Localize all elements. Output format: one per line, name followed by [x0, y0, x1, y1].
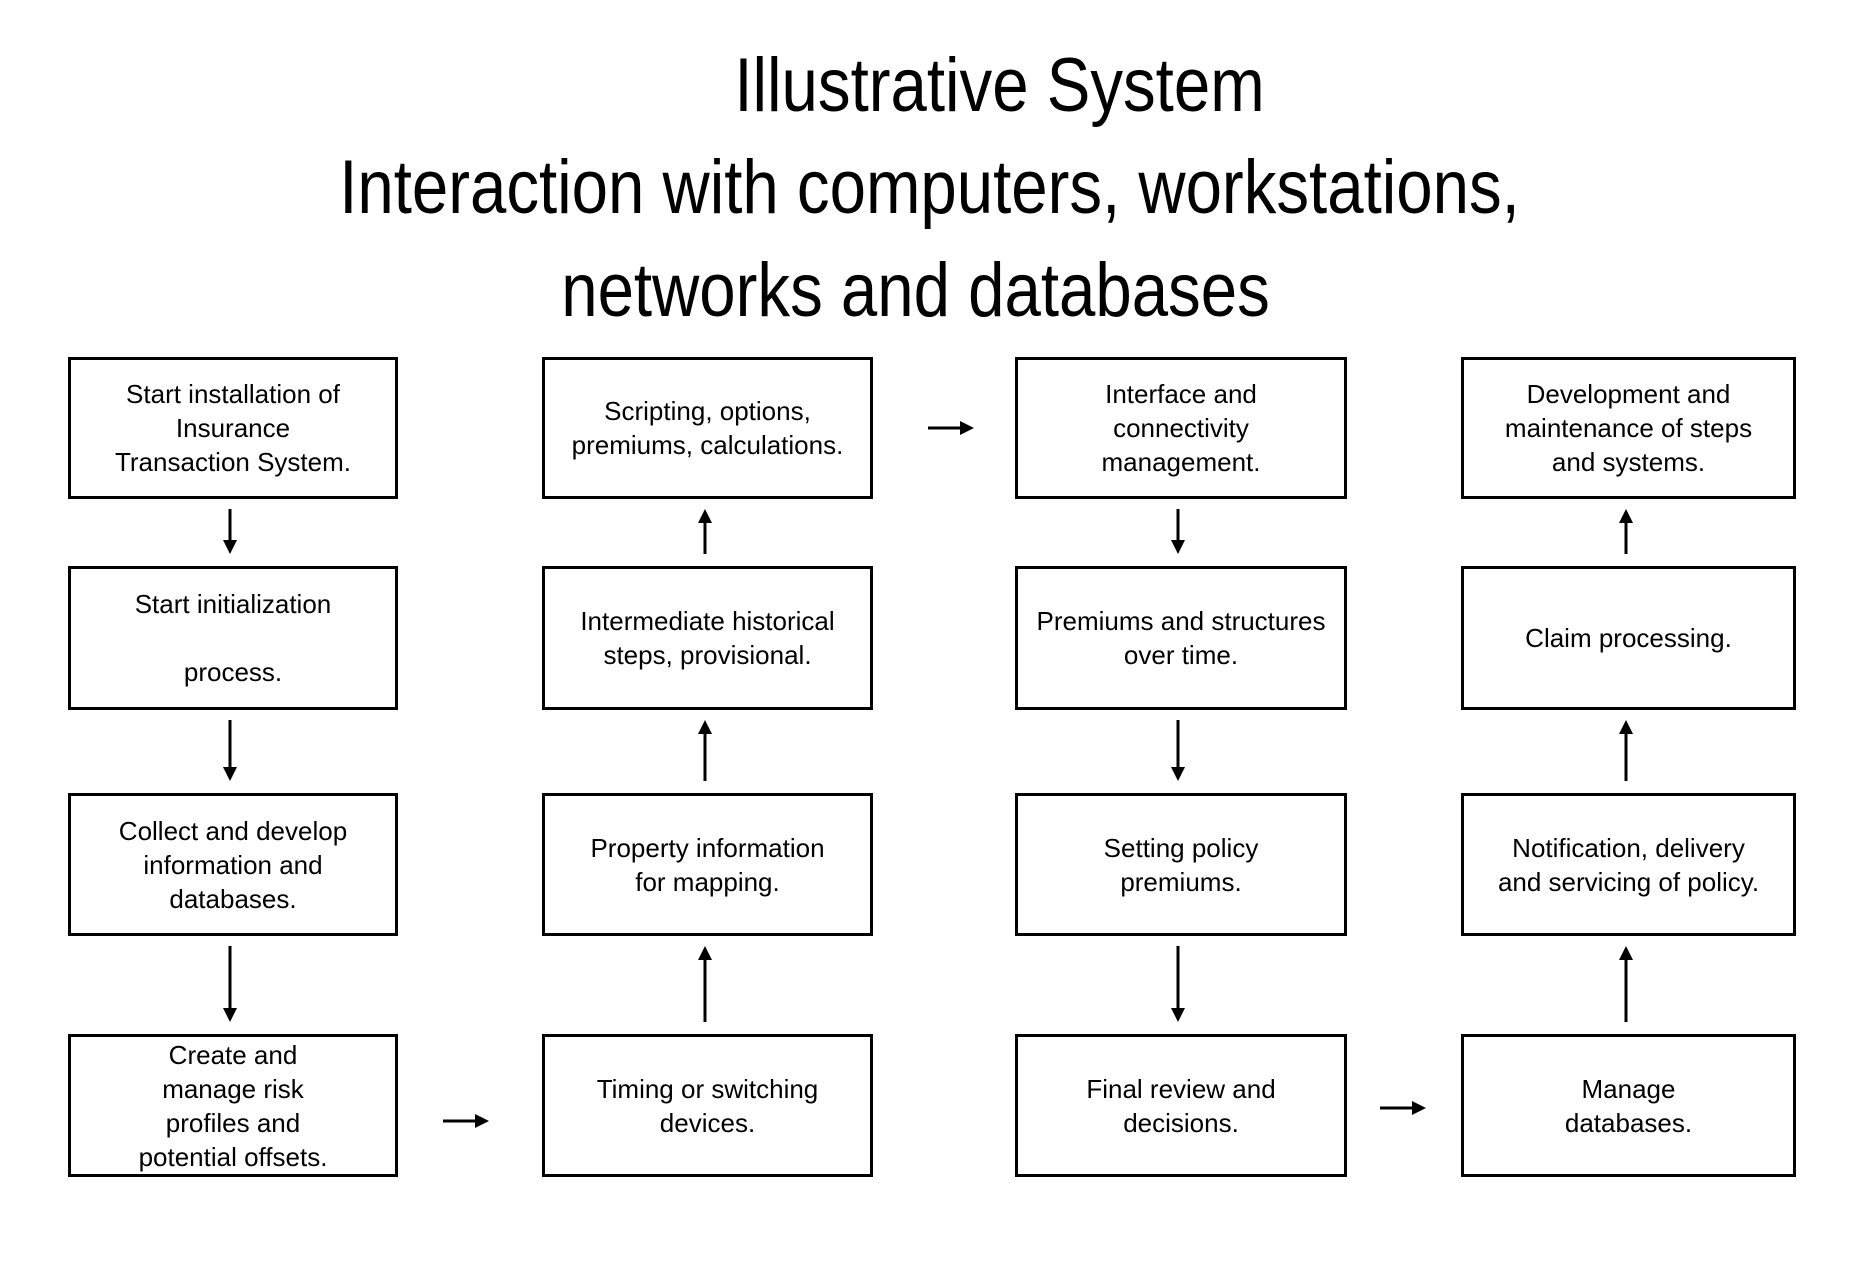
flow-arrow-col1-down-3: [223, 946, 237, 1022]
flow-arrow-col4-up-1: [1618, 509, 1633, 554]
connector-arrow-col1-to-col2-head: [475, 1114, 489, 1128]
connector-arrow-col2-to-col3: [928, 421, 974, 435]
flow-arrow-col3-down-3: [1171, 946, 1185, 1022]
flow-arrow-col3-down-2: [1171, 720, 1185, 781]
flow-arrow-col4-up-2-head: [1618, 720, 1633, 734]
process-box-col2-row3: Property information for mapping.: [542, 793, 873, 936]
process-box-col4-row3: Notification, delivery and servicing of …: [1461, 793, 1796, 936]
flow-arrow-col1-down-1-head: [223, 540, 237, 554]
process-box-col4-row4: Manage databases.: [1461, 1034, 1796, 1177]
process-box-col3-row3: Setting policy premiums.: [1015, 793, 1347, 936]
process-box-col3-row2: Premiums and structures over time.: [1015, 566, 1347, 710]
connector-arrow-col3-to-col4-head: [1412, 1101, 1426, 1115]
process-box-col2-row2: Intermediate historical steps, provision…: [542, 566, 873, 710]
process-box-col1-row4: Create and manage risk profiles and pote…: [68, 1034, 398, 1177]
flow-arrow-col1-down-3-head: [223, 1008, 237, 1022]
process-box-col3-row1: Interface and connectivity management.: [1015, 357, 1347, 499]
diagram-subtitle-line-1: Interaction with computers, workstations…: [339, 145, 1520, 230]
flow-arrow-col3-down-2-head: [1171, 767, 1185, 781]
flow-arrow-col2-up-2-head: [697, 720, 712, 734]
diagram-title: Illustrative System: [734, 43, 1265, 128]
flow-arrow-col3-down-1: [1171, 509, 1185, 554]
flow-arrow-col2-up-3: [697, 946, 712, 1022]
flow-arrow-col3-down-3-head: [1171, 1008, 1185, 1022]
process-box-col1-row3: Collect and develop information and data…: [68, 793, 398, 936]
flow-arrow-col2-up-1-head: [697, 509, 712, 523]
flow-arrow-col2-up-2: [697, 720, 712, 781]
flow-arrow-col1-down-1: [223, 509, 237, 554]
flow-arrow-col1-down-2-head: [223, 767, 237, 781]
flow-arrow-col2-up-1: [697, 509, 712, 554]
flow-arrow-col3-down-1-head: [1171, 540, 1185, 554]
process-box-col2-row1: Scripting, options, premiums, calculatio…: [542, 357, 873, 499]
connector-arrow-col2-to-col3-head: [960, 421, 974, 435]
flow-arrow-col4-up-2: [1618, 720, 1633, 781]
flow-arrow-col4-up-3: [1618, 946, 1633, 1022]
process-box-col2-row4: Timing or switching devices.: [542, 1034, 873, 1177]
connector-arrow-col1-to-col2: [443, 1114, 489, 1128]
connector-arrow-col3-to-col4: [1380, 1101, 1426, 1115]
diagram-subtitle-line-2: networks and databases: [561, 248, 1270, 333]
flow-arrow-col1-down-2: [223, 720, 237, 781]
process-box-col4-row1: Development and maintenance of steps and…: [1461, 357, 1796, 499]
process-box-col4-row2: Claim processing.: [1461, 566, 1796, 710]
process-box-col1-row2: Start initialization process.: [68, 566, 398, 710]
flow-arrow-col4-up-1-head: [1618, 509, 1633, 523]
flow-arrow-col2-up-3-head: [697, 946, 712, 960]
process-box-col1-row1: Start installation of Insurance Transact…: [68, 357, 398, 499]
process-box-col3-row4: Final review and decisions.: [1015, 1034, 1347, 1177]
flow-arrow-col4-up-3-head: [1618, 946, 1633, 960]
